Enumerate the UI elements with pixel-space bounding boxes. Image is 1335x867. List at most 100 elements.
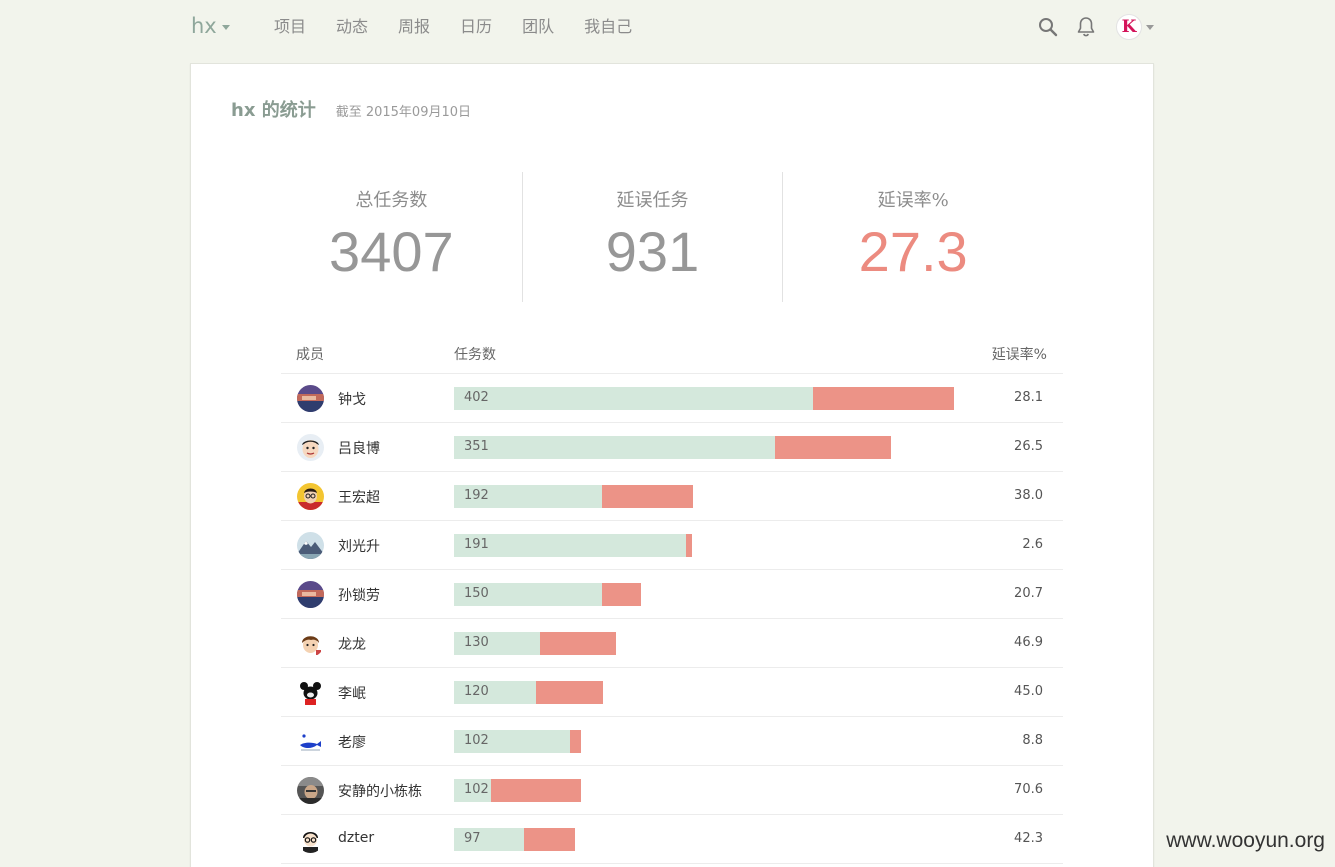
task-count: 130: [464, 635, 489, 650]
task-bar: 192: [454, 485, 693, 508]
whale-avatar: [297, 728, 324, 755]
stat-label: 延误任务: [616, 190, 689, 211]
nav-item-weekly[interactable]: 周报: [398, 17, 430, 37]
stat-value: 3407: [329, 220, 454, 283]
task-bar: 130: [454, 632, 616, 655]
table-row[interactable]: 吕良博 351 26.5: [281, 423, 1063, 472]
stat-total-tasks: 总任务数 3407: [261, 172, 522, 302]
search-icon[interactable]: [1036, 15, 1060, 39]
boy-avatar: [297, 630, 324, 657]
on-time-bar-segment: 351: [454, 436, 775, 459]
task-bar: 402: [454, 387, 954, 410]
glasses-avatar: [297, 483, 324, 510]
member-name: 王宏超: [338, 490, 380, 506]
task-count: 191: [464, 537, 489, 552]
member-name: 孙锁劳: [338, 588, 380, 604]
task-count: 150: [464, 586, 489, 601]
stat-value: 931: [605, 220, 700, 283]
table-row[interactable]: 钟戈 402 28.1: [281, 374, 1063, 423]
delay-rate: 26.5: [1014, 439, 1043, 454]
column-header-rate: 延误率%: [991, 347, 1047, 363]
stat-value: 27.3: [858, 220, 968, 283]
table-row[interactable]: 龙龙 130 46.9: [281, 619, 1063, 668]
card-header: hx 的统计 截至 2015年09月10日: [231, 96, 471, 122]
table-row[interactable]: 刘光升 191 2.6: [281, 521, 1063, 570]
delayed-bar-segment: [570, 730, 581, 753]
nav-item-calendar[interactable]: 日历: [460, 17, 492, 37]
table-row[interactable]: 李岷 120 45.0: [281, 668, 1063, 717]
table-row[interactable]: 王宏超 192 38.0: [281, 472, 1063, 521]
task-count: 120: [464, 684, 489, 699]
watermark: www.wooyun.org: [1166, 829, 1325, 852]
nerd-avatar: [297, 826, 324, 853]
task-count: 102: [464, 782, 489, 797]
nav-item-team[interactable]: 团队: [522, 17, 554, 37]
cartoon-face-avatar: [297, 434, 324, 461]
member-name: 刘光升: [338, 539, 380, 555]
caret-down-icon: [1146, 24, 1154, 30]
page-title: hx 的统计: [231, 100, 316, 121]
table-row[interactable]: 孙锁劳 150 20.7: [281, 570, 1063, 619]
nav-item-me[interactable]: 我自己: [584, 17, 632, 37]
landscape-avatar: [297, 581, 324, 608]
delayed-bar-segment: [540, 632, 616, 655]
task-bar: 102: [454, 779, 581, 802]
delay-rate: 38.0: [1014, 488, 1043, 503]
on-time-bar-segment: 97: [454, 828, 524, 851]
table-row[interactable]: 老廖 102 8.8: [281, 717, 1063, 766]
member-name: 安静的小栋栋: [338, 784, 422, 800]
task-bar: 150: [454, 583, 641, 606]
table-body: 钟戈 402 28.1 吕良博 351 26.5 王宏超 192 38.0 刘光升 191 2.6 孙锁…: [281, 374, 1063, 864]
user-avatar: K: [1116, 14, 1142, 40]
team-name: hx: [191, 14, 217, 38]
stat-delayed-tasks: 延误任务 931: [521, 172, 783, 302]
task-count: 192: [464, 488, 489, 503]
task-count: 97: [464, 831, 481, 846]
task-bar: 97: [454, 828, 575, 851]
task-bar: 120: [454, 681, 603, 704]
landscape-avatar: [297, 385, 324, 412]
on-time-bar-segment: 102: [454, 730, 570, 753]
on-time-bar-segment: 150: [454, 583, 602, 606]
top-actions: K: [1036, 14, 1154, 40]
top-navbar: hx 项目 动态 周报 日历 团队 我自己 K: [0, 0, 1335, 56]
mountain-avatar: [297, 532, 324, 559]
table-row[interactable]: 安静的小栋栋 102 70.6: [281, 766, 1063, 815]
member-table: 成员 任务数 延误率% 钟戈 402 28.1 吕良博 351 26.5 王宏超 192 38.…: [281, 334, 1063, 864]
member-name: 老廖: [338, 735, 366, 751]
delay-rate: 45.0: [1014, 684, 1043, 699]
nav-item-activity[interactable]: 动态: [336, 17, 368, 37]
team-switcher[interactable]: hx: [191, 14, 230, 38]
user-menu[interactable]: K: [1116, 14, 1154, 40]
delay-rate: 8.8: [1022, 733, 1043, 748]
delayed-bar-segment: [686, 534, 692, 557]
stat-label: 总任务数: [355, 190, 428, 211]
nav-item-projects[interactable]: 项目: [274, 17, 306, 37]
table-row[interactable]: dzter 97 42.3: [281, 815, 1063, 864]
stat-label: 延误率%: [877, 190, 949, 211]
table-header: 成员 任务数 延误率%: [281, 334, 1063, 374]
delayed-bar-segment: [813, 387, 954, 410]
delay-rate: 46.9: [1014, 635, 1043, 650]
delayed-bar-segment: [491, 779, 581, 802]
task-count: 351: [464, 439, 489, 454]
on-time-bar-segment: 191: [454, 534, 686, 557]
bear-avatar: [297, 679, 324, 706]
column-header-tasks: 任务数: [454, 347, 496, 363]
delayed-bar-segment: [602, 485, 693, 508]
summary-stats: 总任务数 3407 延误任务 931 延误率% 27.3: [261, 172, 1043, 302]
delayed-bar-segment: [536, 681, 603, 704]
task-count: 402: [464, 390, 489, 405]
stat-delay-rate: 延误率% 27.3: [782, 172, 1043, 302]
stats-date: 截至 2015年09月10日: [335, 105, 472, 120]
bell-icon[interactable]: [1074, 15, 1098, 39]
task-bar: 102: [454, 730, 581, 753]
delayed-bar-segment: [775, 436, 891, 459]
photo-avatar: [297, 777, 324, 804]
delay-rate: 28.1: [1014, 390, 1043, 405]
delay-rate: 2.6: [1022, 537, 1043, 552]
on-time-bar-segment: 102: [454, 779, 491, 802]
task-bar: 191: [454, 534, 692, 557]
stats-card: hx 的统计 截至 2015年09月10日 总任务数 3407 延误任务 931…: [190, 63, 1154, 867]
member-name: dzter: [338, 830, 375, 846]
